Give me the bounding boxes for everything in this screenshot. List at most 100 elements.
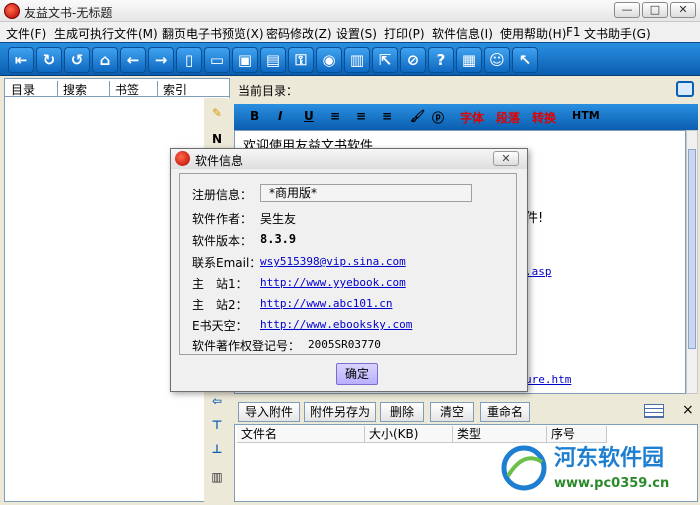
watermark-logo-icon xyxy=(501,445,547,491)
help-icon[interactable]: ? xyxy=(428,47,454,73)
tab-index[interactable]: 索引 xyxy=(163,81,187,98)
restore-button[interactable]: □ xyxy=(642,2,668,18)
disable-icon[interactable]: ⊘ xyxy=(400,47,426,73)
site1-label: 主 站1： xyxy=(192,277,248,291)
site2-link[interactable]: http://www.abc101.cn xyxy=(260,297,392,310)
menu-generate-exe[interactable]: 生成可执行文件(M) xyxy=(54,25,158,42)
registration-field: *商用版* xyxy=(260,184,472,202)
author-label: 软件作者： xyxy=(192,212,253,226)
brush-icon[interactable]: 🖌 xyxy=(410,109,425,123)
move-bottom-icon[interactable]: ⊥ xyxy=(208,440,226,458)
save-as-icon[interactable]: ▤ xyxy=(260,47,286,73)
menu-settings[interactable]: 设置(S) xyxy=(336,25,377,42)
editor-link[interactable]: ure.htm xyxy=(525,373,571,386)
smiley-icon[interactable]: ☺ xyxy=(484,47,510,73)
site1-link[interactable]: http://www.yyebook.com xyxy=(260,276,406,289)
save-attachment-as-button[interactable]: 附件另存为 xyxy=(304,402,376,422)
attachment-toolbar: 导入附件 附件另存为 删除 清空 重命名 × xyxy=(234,400,700,424)
menu-assistant[interactable]: 文书助手(G) xyxy=(584,25,651,42)
menu-password[interactable]: 密码修改(Z) xyxy=(266,25,332,42)
registration-label: 注册信息： xyxy=(192,188,253,202)
bulb-icon[interactable]: ✎ xyxy=(208,104,226,122)
new-node-icon[interactable]: N xyxy=(208,130,226,148)
password-icon[interactable]: ⚿ xyxy=(288,47,314,73)
tab-separator xyxy=(157,81,158,96)
editor-scrollbar[interactable] xyxy=(686,130,698,394)
dialog-title: 软件信息 xyxy=(195,154,244,168)
align-center-button[interactable]: ≡ xyxy=(356,109,366,123)
menu-f1: F1 xyxy=(566,25,581,39)
copyright-label: 软件著作权登记号： xyxy=(192,339,301,353)
open-folder-icon[interactable]: ▭ xyxy=(204,47,230,73)
clipboard-icon[interactable]: ▥ xyxy=(344,47,370,73)
export-icon[interactable]: ⇱ xyxy=(372,47,398,73)
home-icon[interactable]: ⌂ xyxy=(92,47,118,73)
document-icon[interactable]: ▦ xyxy=(456,47,482,73)
close-button[interactable]: ✕ xyxy=(670,2,696,18)
dialog-body: 注册信息： *商用版* 软件作者： 吴生友 软件版本： 8.3.9 联系Emai… xyxy=(179,173,517,355)
watermark-url: www.pc0359.cn xyxy=(554,476,670,491)
align-left-button[interactable]: ≡ xyxy=(330,109,340,123)
column-header-filename[interactable]: 文件名 xyxy=(237,426,365,443)
tab-bookmarks[interactable]: 书签 xyxy=(115,81,139,98)
app-icon xyxy=(4,3,20,19)
menu-file[interactable]: 文件(F) xyxy=(6,25,46,42)
dialog-close-button[interactable]: ✕ xyxy=(493,151,519,166)
delete-button[interactable]: 删除 xyxy=(380,402,424,422)
dialog-title-bar: 软件信息 ✕ xyxy=(171,149,527,169)
forward-icon[interactable]: → xyxy=(148,47,174,73)
menu-software-info[interactable]: 软件信息(I) xyxy=(432,25,493,42)
move-top-icon[interactable]: ⊤ xyxy=(208,416,226,434)
exit-icon[interactable]: ⇤ xyxy=(8,47,34,73)
scrollbar-thumb[interactable] xyxy=(688,149,696,349)
camera-icon[interactable]: ◉ xyxy=(316,47,342,73)
tab-search[interactable]: 搜索 xyxy=(63,81,87,98)
current-directory-label: 当前目录： xyxy=(238,84,299,98)
left-tabs: 目录 搜索 书签 索引 xyxy=(5,79,229,97)
font-button[interactable]: 字体 xyxy=(460,109,484,126)
redo-icon[interactable]: ↻ xyxy=(36,47,62,73)
image-icon[interactable]: ⓟ xyxy=(432,109,444,126)
tab-contents[interactable]: 目录 xyxy=(11,81,35,98)
bold-button[interactable]: B xyxy=(250,109,259,123)
ebooksky-label: E书天空： xyxy=(192,319,248,333)
undo-icon[interactable]: ↺ xyxy=(64,47,90,73)
new-document-icon[interactable]: ▯ xyxy=(176,47,202,73)
main-toolbar: ⇤ ↻ ↺ ⌂ ← → ▯ ▭ ▣ ▤ ⚿ ◉ ▥ ⇱ ⊘ ? ▦ ☺ ↖ xyxy=(0,42,700,76)
menu-bar: 文件(F) 生成可执行文件(M) 翻页电子书预览(X) 密码修改(Z) 设置(S… xyxy=(0,22,700,42)
email-label: 联系Email： xyxy=(192,256,262,270)
import-attachment-button[interactable]: 导入附件 xyxy=(238,402,300,422)
menu-flipbook-preview[interactable]: 翻页电子书预览(X) xyxy=(162,25,264,42)
rename-button[interactable]: 重命名 xyxy=(480,402,530,422)
version-label: 软件版本： xyxy=(192,234,253,248)
html-button[interactable]: HTM xyxy=(572,109,600,122)
menu-print[interactable]: 打印(P) xyxy=(384,25,425,42)
minimize-button[interactable]: — xyxy=(614,2,640,18)
software-info-dialog: 软件信息 ✕ 注册信息： *商用版* 软件作者： 吴生友 软件版本： 8.3.9… xyxy=(170,148,528,392)
trash-icon[interactable]: ▥ xyxy=(208,468,226,486)
italic-button[interactable]: I xyxy=(278,109,282,123)
align-right-button[interactable]: ≡ xyxy=(382,109,392,123)
ok-button[interactable]: 确定 xyxy=(336,363,378,385)
pointer-icon[interactable]: ↖ xyxy=(512,47,538,73)
view-toggle-icon[interactable] xyxy=(676,81,694,97)
current-directory-bar: 当前目录： xyxy=(234,78,700,102)
email-link[interactable]: wsy515398@vip.sina.com xyxy=(260,255,406,268)
site2-label: 主 站2： xyxy=(192,298,248,312)
column-header-size[interactable]: 大小(KB) xyxy=(365,426,453,443)
clear-button[interactable]: 清空 xyxy=(430,402,474,422)
grid-view-icon[interactable] xyxy=(644,404,664,418)
ebooksky-link[interactable]: http://www.ebooksky.com xyxy=(260,318,412,331)
version-value: 8.3.9 xyxy=(260,232,297,246)
underline-button[interactable]: U xyxy=(304,109,314,123)
move-left-icon[interactable]: ⇦ xyxy=(208,392,226,410)
editor-link[interactable]: .asp xyxy=(525,265,552,278)
paragraph-button[interactable]: 段落 xyxy=(496,109,520,126)
save-icon[interactable]: ▣ xyxy=(232,47,258,73)
window-title: 友益文书-无标题 xyxy=(24,6,113,20)
back-icon[interactable]: ← xyxy=(120,47,146,73)
watermark-brand: 河东软件园 xyxy=(554,446,665,471)
menu-help[interactable]: 使用帮助(H) xyxy=(500,25,566,42)
convert-button[interactable]: 转换 xyxy=(532,109,556,126)
attachments-close-button[interactable]: × xyxy=(682,402,694,418)
